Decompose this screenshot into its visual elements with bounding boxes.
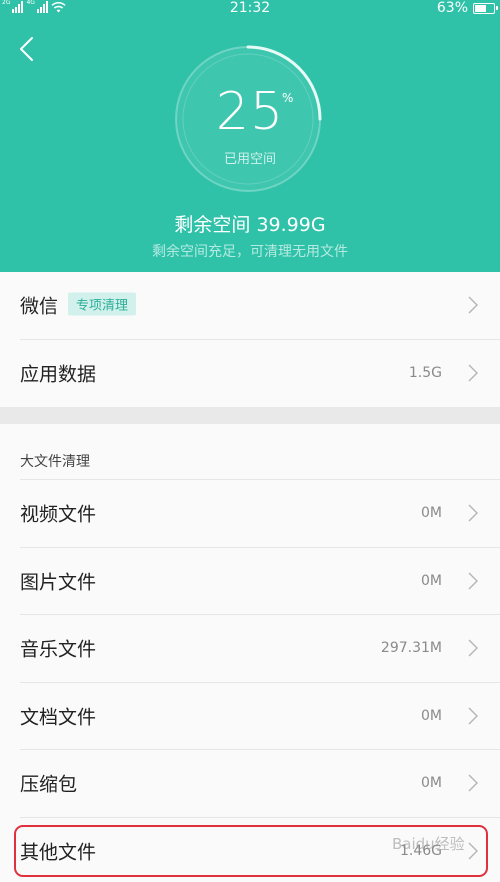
image-files-row[interactable]: 图片文件 0M	[20, 548, 500, 615]
used-percent: 25	[215, 82, 285, 142]
percent-sign: %	[282, 91, 294, 105]
archive-files-label: 压缩包	[20, 773, 78, 796]
chevron-right-icon	[468, 364, 478, 382]
app-data-size: 1.5G	[408, 365, 442, 382]
storage-header: 2G 4G 21:32 63% 25 % 已用空间 剩余空间 39.99G 剩余…	[0, 0, 500, 272]
wechat-row[interactable]: 微信 专项清理	[20, 272, 500, 340]
other-files-size: 1.46G	[399, 843, 442, 860]
other-files-label: 其他文件	[20, 841, 97, 864]
battery-percent: 63%	[436, 0, 468, 16]
status-time: 21:32	[229, 0, 271, 16]
chevron-right-icon	[468, 774, 478, 792]
chevron-right-icon	[468, 707, 478, 725]
app-data-label: 应用数据	[20, 363, 97, 386]
special-clean-badge: 专项清理	[68, 292, 137, 316]
battery-icon	[473, 2, 498, 14]
app-data-row[interactable]: 应用数据 1.5G	[20, 340, 500, 408]
chevron-right-icon	[468, 639, 478, 657]
section-divider	[0, 407, 500, 424]
wechat-label: 微信	[20, 295, 59, 318]
large-files-list: 大文件清理 视频文件 0M 图片文件 0M 音乐文件 297.31M 文档文件 …	[0, 424, 500, 882]
chevron-right-icon	[468, 296, 478, 314]
music-files-label: 音乐文件	[20, 638, 97, 661]
status-bar: 2G 4G 21:32 63%	[0, 0, 500, 18]
image-files-size: 0M	[421, 572, 442, 589]
document-files-size: 0M	[421, 707, 442, 724]
battery-fill	[475, 4, 486, 12]
video-files-row[interactable]: 视频文件 0M	[20, 480, 500, 548]
document-files-label: 文档文件	[20, 706, 97, 729]
image-files-label: 图片文件	[20, 571, 97, 594]
document-files-row[interactable]: 文档文件 0M	[20, 683, 500, 750]
video-files-size: 0M	[421, 505, 442, 522]
cleanup-hint: 剩余空间充足，可清理无用文件	[152, 244, 348, 260]
chevron-right-icon	[468, 842, 478, 860]
large-files-title: 大文件清理	[20, 424, 500, 480]
back-arrow-icon[interactable]	[14, 32, 44, 66]
other-files-row[interactable]: 其他文件 1.46G	[20, 818, 500, 882]
archive-files-size: 0M	[421, 775, 442, 792]
chevron-right-icon	[468, 504, 478, 522]
music-files-row[interactable]: 音乐文件 297.31M	[20, 615, 500, 683]
chevron-right-icon	[468, 572, 478, 590]
top-list: 微信 专项清理 应用数据 1.5G	[0, 272, 500, 407]
archive-files-row[interactable]: 压缩包 0M	[20, 750, 500, 818]
music-files-size: 297.31M	[380, 640, 442, 657]
remaining-space: 剩余空间 39.99G	[174, 214, 326, 236]
video-files-label: 视频文件	[20, 503, 97, 526]
used-space-label: 已用空间	[223, 152, 276, 167]
